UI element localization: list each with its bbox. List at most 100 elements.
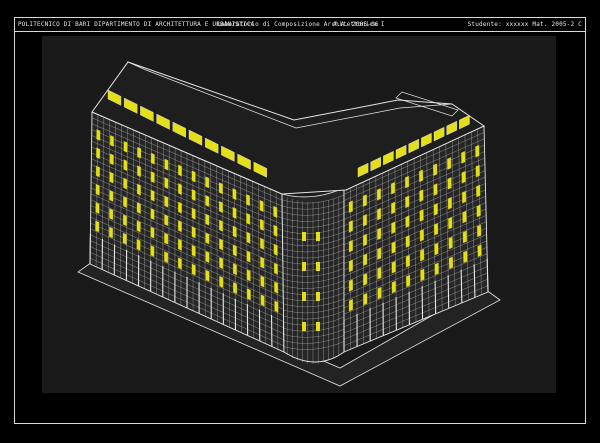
- left-wing-facade-window: [259, 199, 264, 213]
- right-wing-facade-window: [433, 163, 438, 177]
- left-wing-facade-window: [273, 205, 278, 219]
- right-wing-facade-window: [363, 292, 368, 306]
- left-wing-facade-window: [109, 153, 114, 166]
- left-wing-facade-window: [246, 250, 251, 263]
- right-wing-facade-window: [476, 184, 481, 198]
- left-wing-facade-window: [164, 158, 169, 171]
- left-wing-facade-window: [177, 201, 182, 214]
- left-wing-facade-window: [123, 195, 128, 208]
- left-wing-facade-window: [232, 206, 237, 220]
- left-wing-facade-window: [150, 244, 155, 258]
- left-wing-facade-window: [164, 251, 169, 264]
- right-wing-facade-window: [447, 196, 453, 210]
- right-wing-facade-window: [391, 241, 396, 254]
- right-wing-facade-window: [433, 183, 438, 196]
- left-wing-facade-window: [205, 232, 210, 245]
- left-wing-facade-window: [137, 146, 142, 159]
- left-wing-facade-window: [123, 140, 128, 153]
- left-wing-facade-window: [246, 193, 251, 207]
- left-wing-facade-window: [232, 225, 237, 238]
- left-wing-facade-window: [95, 183, 100, 196]
- left-wing-facade-window: [137, 165, 142, 178]
- right-wing-facade-window: [348, 200, 353, 214]
- left-wing-facade-window: [218, 182, 223, 195]
- right-wing-facade-window: [448, 256, 454, 270]
- right-wing-facade-window: [405, 215, 410, 229]
- right-wing-facade-window: [433, 202, 438, 216]
- left-wing-facade-window: [191, 207, 196, 220]
- right-wing-facade-window: [377, 286, 382, 300]
- right-wing-facade-window: [462, 210, 467, 224]
- right-wing-facade-window: [390, 181, 396, 195]
- left-wing-facade-window: [219, 275, 224, 289]
- left-wing-facade-window: [259, 218, 264, 232]
- right-wing-facade-window: [391, 260, 396, 274]
- left-wing-facade-window: [164, 214, 169, 227]
- left-wing-facade-window: [246, 269, 251, 282]
- right-wing-facade-window: [448, 236, 453, 250]
- right-wing-facade-window: [405, 195, 410, 209]
- left-wing-facade-window: [177, 220, 182, 233]
- left-wing-facade-window: [219, 238, 224, 251]
- left-wing-facade-window: [136, 220, 141, 233]
- right-wing-facade-window: [420, 268, 425, 282]
- left-wing-facade-window: [205, 269, 210, 282]
- right-wing-facade-window: [362, 253, 368, 267]
- right-wing-facade-window: [461, 150, 466, 164]
- left-wing-facade-window: [191, 226, 196, 239]
- left-wing-facade-window: [177, 164, 182, 177]
- right-wing-facade-window: [348, 279, 353, 292]
- left-wing-facade-window: [273, 243, 278, 256]
- building-axonometric: [77, 61, 501, 387]
- right-wing-facade-window: [434, 242, 439, 256]
- left-wing-facade-window: [122, 232, 127, 245]
- right-wing-facade-window: [362, 233, 368, 247]
- student-label: Studente: xxxxxx Mat. 2005-2 C: [467, 21, 582, 28]
- left-wing-facade-window: [150, 171, 155, 184]
- right-wing-facade-window: [477, 244, 482, 258]
- left-wing-facade-window: [123, 177, 128, 190]
- right-wing-facade-window: [377, 227, 382, 241]
- right-wing-facade-window: [391, 280, 396, 294]
- right-wing-facade-window: [475, 144, 480, 158]
- left-wing-facade-window: [246, 212, 251, 226]
- left-wing-facade-window: [136, 201, 141, 215]
- left-wing-facade-window: [109, 171, 114, 184]
- left-wing-facade-window: [109, 208, 114, 221]
- corner-window: [316, 292, 320, 301]
- right-wing-facade-window: [448, 216, 453, 230]
- year-label: A.A. 2005-06: [333, 21, 379, 28]
- left-wing-facade-window: [218, 219, 224, 232]
- right-wing-facade-window: [461, 170, 466, 184]
- right-wing-facade-window: [433, 222, 439, 236]
- left-wing-facade-window: [150, 152, 155, 165]
- right-wing-facade-window: [362, 194, 367, 207]
- right-wing-facade-window: [419, 209, 424, 222]
- left-wing-facade-window: [205, 213, 210, 226]
- left-wing-facade-window: [246, 231, 251, 244]
- right-wing-facade-window: [404, 175, 410, 189]
- corner-window: [316, 262, 320, 271]
- right-wing-facade-window: [405, 274, 411, 288]
- right-wing-facade-window: [463, 250, 468, 264]
- left-wing-facade-window: [273, 262, 278, 275]
- left-wing-facade-window: [191, 263, 196, 276]
- left-wing-facade-window: [260, 294, 265, 307]
- right-wing-facade-window: [461, 190, 467, 204]
- right-wing-facade-window: [419, 248, 425, 262]
- left-wing-facade-window: [191, 188, 196, 202]
- left-wing-facade-window: [232, 281, 238, 295]
- left-wing-facade-window: [205, 176, 210, 189]
- left-wing-facade-window: [205, 194, 210, 208]
- right-wing-facade-window: [376, 187, 382, 201]
- left-wing-facade-window: [205, 250, 210, 264]
- right-wing-facade-window: [419, 228, 425, 242]
- right-wing-facade-window: [348, 259, 353, 273]
- drawing-viewport: [42, 36, 556, 393]
- left-wing-facade-window: [177, 183, 182, 196]
- left-wing-facade-window: [274, 300, 279, 313]
- left-wing-facade-window: [136, 238, 141, 251]
- right-wing-facade-window: [447, 176, 452, 190]
- left-wing-facade-window: [260, 256, 265, 269]
- right-wing-facade-window: [405, 254, 411, 268]
